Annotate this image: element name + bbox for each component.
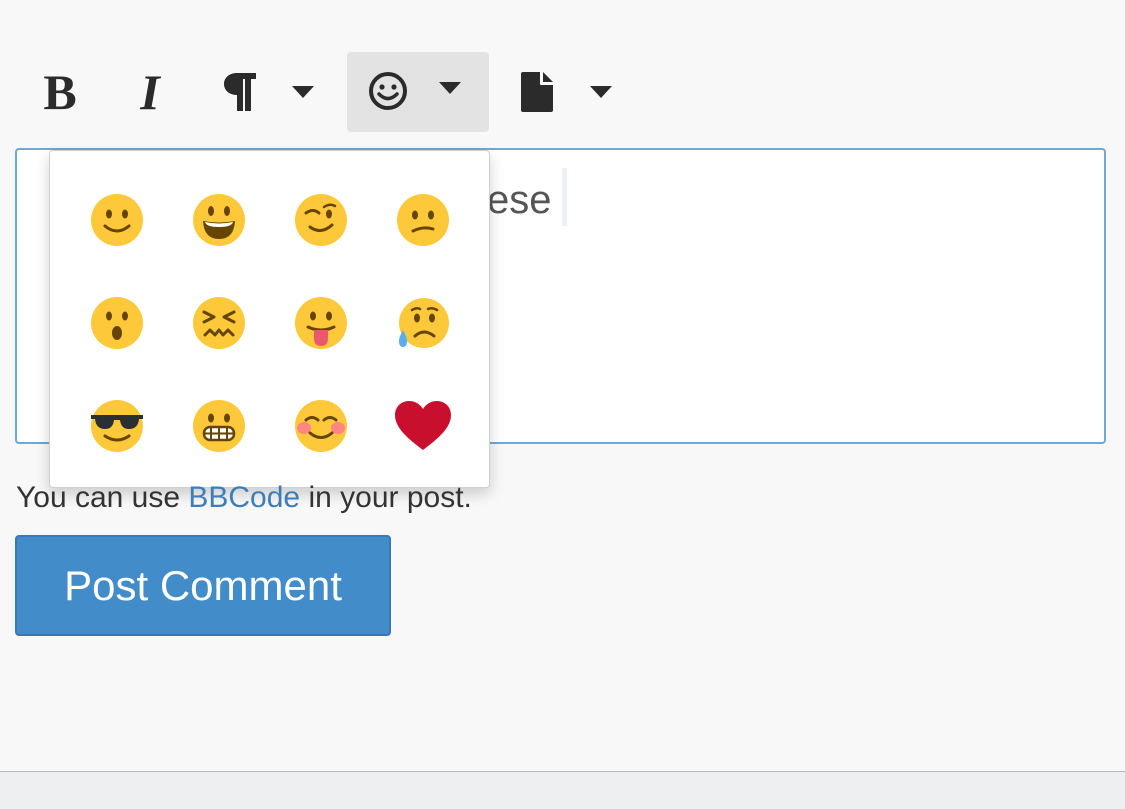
surprised-icon [91,297,143,349]
emoji-slightly-smiling[interactable] [87,190,147,250]
emoji-confounded[interactable] [189,293,249,353]
tongue-out-icon [295,297,347,349]
paragraph-icon [223,71,257,113]
post-comment-button[interactable]: Post Comment [15,535,391,636]
editor-text: ese [487,178,552,222]
emoji-winking[interactable] [291,190,351,250]
emoji-blushing[interactable] [291,396,351,456]
grinning-icon [193,194,245,246]
red-heart-icon [395,401,451,450]
paragraph-button[interactable] [208,52,272,132]
emoji-red-heart[interactable] [393,396,453,456]
footer-bar [0,771,1125,809]
file-dropdown-button[interactable] [578,52,624,132]
emoji-picker [49,150,490,488]
confounded-icon [193,297,245,349]
grimacing-icon [193,400,245,452]
emoji-tongue-out[interactable] [291,293,351,353]
italic-button[interactable]: I [118,52,182,132]
text-cursor [562,168,567,226]
italic-icon: I [140,64,160,120]
confused-icon [397,194,449,246]
caret-down-icon [292,86,314,98]
file-icon [521,72,553,112]
help-suffix: in your post. [300,481,472,514]
caret-down-icon [439,82,461,94]
bold-icon: B [43,64,77,120]
bbcode-help-text: You can use BBCode in your post. [16,481,472,515]
slightly-smiling-icon [91,194,143,246]
caret-down-icon [590,86,612,98]
help-prefix: You can use [16,481,189,514]
editor-toolbar: B I [0,0,1125,140]
emoji-confused[interactable] [393,190,453,250]
emoji-surprised[interactable] [87,293,147,353]
smiley-icon [367,70,409,112]
sunglasses-icon [91,400,143,452]
bbcode-link[interactable]: BBCode [188,481,300,514]
sad-sweat-icon [399,298,449,348]
bold-button[interactable]: B [28,52,92,132]
file-button[interactable] [505,52,569,132]
blushing-icon [295,400,347,452]
emoji-button[interactable] [347,52,489,132]
winking-icon [295,194,347,246]
emoji-grinning[interactable] [189,190,249,250]
emoji-grimacing[interactable] [189,396,249,456]
emoji-sad-sweat[interactable] [393,293,453,353]
paragraph-dropdown-button[interactable] [280,52,326,132]
emoji-sunglasses[interactable] [87,396,147,456]
